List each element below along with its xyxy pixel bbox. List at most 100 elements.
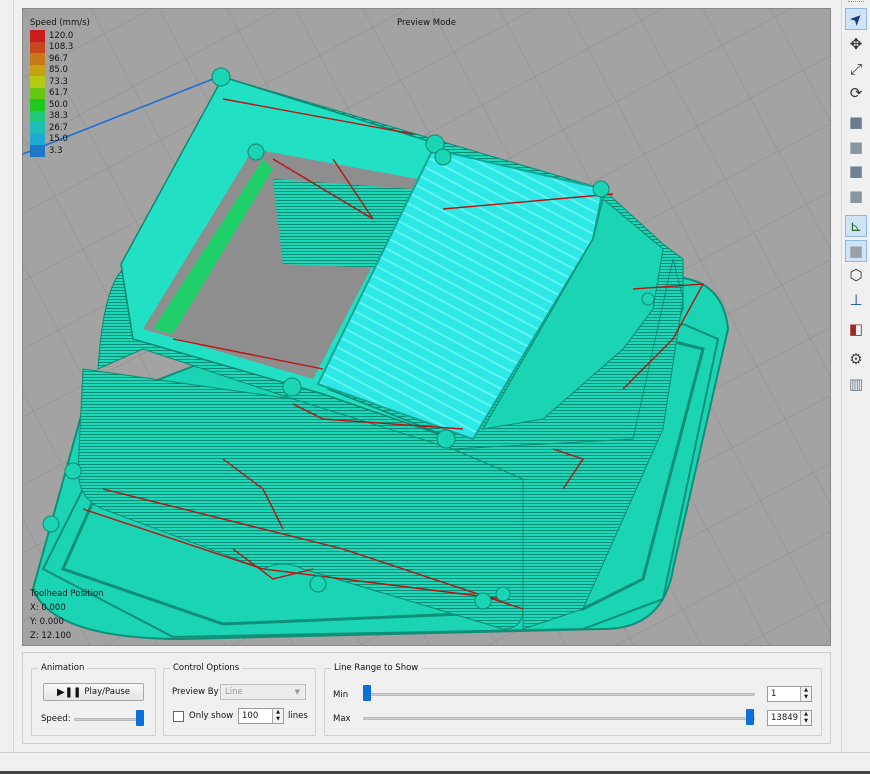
toolhead-title: Toolhead Position <box>30 589 104 599</box>
preview-by-value: Line <box>225 687 243 697</box>
control-options-group: Control Options Preview By Line ▼ Only s… <box>163 663 316 736</box>
animation-group: Animation ▶❚❚ Play/Pause Speed: <box>31 663 156 736</box>
view-cube-right-icon: ■ <box>848 187 864 205</box>
axes-button[interactable]: ⊾ <box>845 215 867 237</box>
legend-title: Speed (mm/s) <box>30 18 90 28</box>
spin-arrows-icon[interactable]: ▲ ▼ <box>800 711 811 725</box>
toolhead-x: X: 0.000 <box>30 603 66 613</box>
view-cube-left-button[interactable]: ■ <box>845 160 867 182</box>
legend-value: 108.3 <box>49 42 74 53</box>
legend-swatch <box>30 64 45 76</box>
right-toolbar: ➤ ✥ ⤢ ⟳ ■ ■ ■ ■ ⊾ ■ ⬡ ⊥ ◧ ⚙ ▥ <box>841 0 870 752</box>
left-panel-edge <box>0 0 14 752</box>
spin-arrows-icon[interactable]: ▲ ▼ <box>800 687 811 701</box>
max-spinbox[interactable]: 13849 ▲ ▼ <box>767 710 812 726</box>
legend-value: 120.0 <box>49 30 74 41</box>
legend-entry: 96.7 <box>30 53 90 65</box>
lines-label: lines <box>288 711 308 721</box>
speed-label: Speed: <box>41 714 71 724</box>
preview-controls-panel: Animation ▶❚❚ Play/Pause Speed: Control … <box>22 652 831 744</box>
speed-legend: Speed (mm/s) 120.0 108.3 96.7 85.0 73.3 61.7 5… <box>30 18 90 157</box>
scale-tool-button[interactable]: ⤢ <box>845 58 867 80</box>
status-bar <box>0 752 870 774</box>
select-tool-icon: ➤ <box>845 8 867 30</box>
axes-icon: ⊾ <box>849 217 863 235</box>
wireframe-view-icon: ⬡ <box>849 266 863 284</box>
wireframe-view-button[interactable]: ⬡ <box>845 264 867 286</box>
support-button[interactable]: ▥ <box>845 373 867 395</box>
max-value: 13849 <box>771 713 799 723</box>
min-slider-track[interactable] <box>363 693 755 696</box>
max-slider-track[interactable] <box>363 717 755 720</box>
legend-value: 50.0 <box>49 99 68 110</box>
section-view-icon: ◧ <box>848 320 864 338</box>
preview-by-select[interactable]: Line ▼ <box>220 684 306 700</box>
animation-title: Animation <box>38 663 88 673</box>
toolhead-z: Z: 12.100 <box>30 631 72 641</box>
support-icon: ▥ <box>848 375 864 393</box>
solid-view-button[interactable]: ■ <box>845 240 867 262</box>
select-tool-button[interactable]: ➤ <box>845 8 867 30</box>
max-label: Max <box>333 714 351 724</box>
view-cube-front-button[interactable]: ■ <box>845 111 867 133</box>
spin-arrows-icon[interactable]: ▲ ▼ <box>272 709 283 723</box>
z-axis-icon: ⊥ <box>849 291 863 309</box>
3d-preview-viewport[interactable]: Preview Mode Speed (mm/s) 120.0 108.3 96.7… <box>22 8 831 646</box>
toolhead-y: Y: 0.000 <box>30 617 64 627</box>
legend-value: 3.3 <box>49 145 63 156</box>
min-spinbox[interactable]: 1 ▲ ▼ <box>767 686 812 702</box>
legend-value: 96.7 <box>49 53 68 64</box>
rotate-tool-button[interactable]: ⟳ <box>845 82 867 104</box>
legend-entry: 85.0 <box>30 64 90 76</box>
legend-entry: 26.7 <box>30 122 90 134</box>
settings-gear-button[interactable]: ⚙ <box>845 348 867 370</box>
move-tool-button[interactable]: ✥ <box>845 33 867 55</box>
min-slider-handle[interactable] <box>363 685 371 701</box>
view-cube-top-button[interactable]: ■ <box>845 136 867 158</box>
legend-swatch <box>30 41 45 53</box>
legend-entry: 108.3 <box>30 41 90 53</box>
legend-entry: 3.3 <box>30 145 90 157</box>
legend-swatch <box>30 53 45 65</box>
z-axis-button[interactable]: ⊥ <box>845 289 867 311</box>
legend-entry: 73.3 <box>30 76 90 88</box>
toolhead-position: Toolhead Position X: 0.000 Y: 0.000 Z: 1… <box>30 587 104 643</box>
legend-value: 15.0 <box>49 134 68 145</box>
legend-swatch <box>30 99 45 111</box>
legend-entry: 38.3 <box>30 110 90 122</box>
legend-entry: 50.0 <box>30 99 90 111</box>
view-cube-top-icon: ■ <box>848 138 864 156</box>
toolbar-grip <box>848 1 864 2</box>
view-cube-left-icon: ■ <box>848 162 864 180</box>
legend-value: 61.7 <box>49 88 68 99</box>
only-show-label: Only show <box>189 711 234 721</box>
legend-swatch <box>30 133 45 145</box>
speed-slider-handle[interactable] <box>136 710 144 726</box>
speed-slider-track[interactable] <box>74 718 144 721</box>
min-value: 1 <box>771 689 777 699</box>
legend-entry: 120.0 <box>30 30 90 42</box>
view-cube-right-button[interactable]: ■ <box>845 185 867 207</box>
legend-value: 85.0 <box>49 65 68 76</box>
legend-entry: 15.0 <box>30 133 90 145</box>
legend-entry: 61.7 <box>30 87 90 99</box>
move-tool-icon: ✥ <box>849 35 863 53</box>
only-show-value: 100 <box>242 711 259 721</box>
only-show-checkbox[interactable] <box>173 711 184 722</box>
section-view-button[interactable]: ◧ <box>845 318 867 340</box>
only-show-spinbox[interactable]: 100 ▲ ▼ <box>238 708 284 724</box>
view-cube-front-icon: ■ <box>848 113 864 131</box>
legend-swatch <box>30 76 45 88</box>
play-pause-button[interactable]: ▶❚❚ Play/Pause <box>43 683 144 701</box>
rotate-tool-icon: ⟳ <box>849 84 863 102</box>
legend-value: 38.3 <box>49 111 68 122</box>
app-window: Preview Mode Speed (mm/s) 120.0 108.3 96.7… <box>0 0 870 774</box>
scale-tool-icon: ⤢ <box>849 60 862 78</box>
legend-value: 26.7 <box>49 122 68 133</box>
max-slider-handle[interactable] <box>746 709 754 725</box>
solid-view-icon: ■ <box>848 242 864 260</box>
preview-by-label: Preview By <box>172 687 219 697</box>
play-pause-icon: ▶❚❚ <box>56 686 82 698</box>
toolpath-render <box>23 9 830 645</box>
line-range-group: Line Range to Show Min 1 ▲ ▼ Max 13849 ▲ ▼ <box>324 663 822 736</box>
